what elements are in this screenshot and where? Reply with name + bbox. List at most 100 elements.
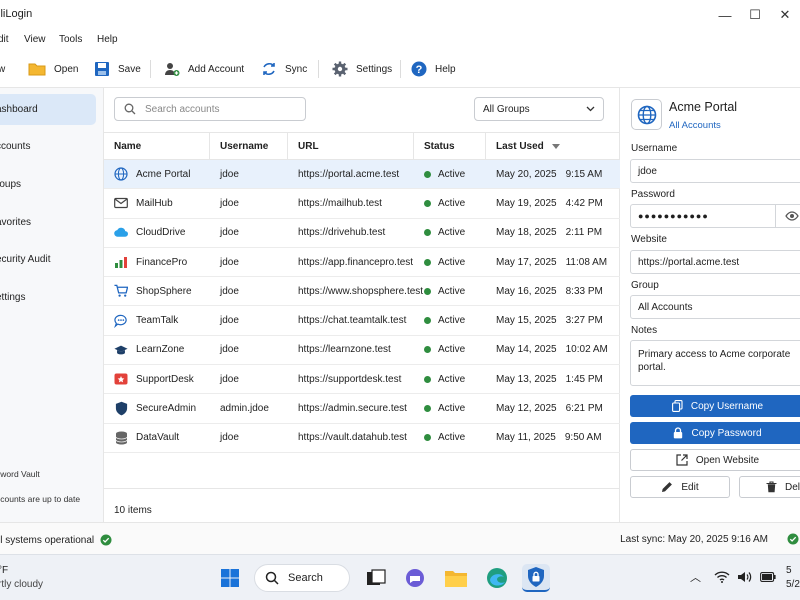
menu-tools[interactable]: Tools: [59, 34, 82, 45]
edge-browser-app[interactable]: [483, 564, 511, 592]
table-row[interactable]: SupportDesk jdoe https://supportdesk.test A…: [104, 365, 620, 395]
add-account-button[interactable]: Add Account: [164, 58, 244, 80]
table-row[interactable]: MailHub jdoe https://mailhub.test Active May…: [104, 189, 620, 219]
chevron-up-icon[interactable]: ︿: [690, 569, 701, 585]
account-name: FinancePro: [136, 256, 188, 268]
status-text: Active: [438, 403, 466, 415]
cell-last-used: May 18, 2025 2:11 PM: [486, 219, 620, 247]
help-button[interactable]: ? Help: [411, 58, 456, 80]
sidebar-item-groups[interactable]: roups: [0, 169, 96, 200]
status-bar: ll systems operational Last sync: May 20…: [0, 522, 800, 554]
table-row[interactable]: CloudDrive jdoe https://drivehub.test Activ…: [104, 219, 620, 248]
minimize-icon[interactable]: —: [710, 0, 740, 30]
password-field[interactable]: ●●●●●●●●●●●: [630, 204, 800, 228]
add-account-label: Add Account: [188, 63, 245, 75]
password-label: Password: [631, 189, 675, 200]
file-explorer-app[interactable]: [442, 564, 470, 592]
status-text: Active: [438, 227, 466, 239]
notes-field[interactable]: Primary access to Acme corporate portal.: [630, 340, 800, 386]
account-name: Acme Portal: [136, 168, 191, 180]
group-field[interactable]: All Accounts: [630, 295, 800, 319]
start-button[interactable]: [216, 564, 244, 592]
sidebar-item-settings[interactable]: ettings: [0, 282, 96, 313]
menu-help[interactable]: Help: [97, 34, 118, 45]
volume-icon[interactable]: [737, 571, 753, 583]
open-website-button[interactable]: Open Website: [630, 449, 800, 471]
cell-last-used: May 14, 2025 10:02 AM: [486, 336, 620, 364]
cell-status: Active: [414, 160, 486, 188]
table-row[interactable]: LearnZone jdoe https://learnzone.test Activ…: [104, 336, 620, 366]
table-row[interactable]: SecureAdmin admin.jdoe https://admin.secur…: [104, 394, 620, 424]
password-manager-app[interactable]: [522, 564, 550, 592]
table-row[interactable]: TeamTalk jdoe https://chat.teamtalk.test Ac…: [104, 306, 620, 336]
open-label: Open: [54, 63, 79, 75]
search-input[interactable]: Search accounts: [114, 97, 306, 121]
delete-button[interactable]: Del: [739, 476, 800, 498]
sidebar-item-dashboard[interactable]: ashboard: [0, 94, 96, 125]
task-view-button[interactable]: [362, 564, 390, 592]
new-button[interactable]: w: [0, 58, 5, 80]
menu-edit[interactable]: dit: [0, 34, 9, 45]
sidebar-item-label: ccounts: [0, 141, 31, 152]
clock-time: 5: [786, 565, 792, 576]
copy-password-button[interactable]: Copy Password: [630, 422, 800, 444]
column-header-last-used-label: Last Used: [496, 140, 544, 152]
sidebar-item-label: ecurity Audit: [0, 254, 51, 265]
cell-status: Active: [414, 248, 486, 276]
cell-last-used: May 11, 2025 9:50 AM: [486, 424, 620, 452]
teams-app[interactable]: [401, 564, 429, 592]
cell-username: jdoe: [220, 168, 239, 180]
taskbar-search-label: Search: [288, 572, 323, 584]
wifi-icon[interactable]: [714, 571, 730, 583]
clock[interactable]: 5 5/2: [786, 564, 800, 592]
column-header-username[interactable]: Username: [210, 132, 288, 160]
last-used-date: May 18, 2025: [496, 227, 557, 239]
column-header-status[interactable]: Status: [414, 132, 486, 160]
column-header-last-used[interactable]: Last Used: [486, 132, 620, 160]
username-field[interactable]: jdoe: [630, 159, 800, 183]
sidebar-item-accounts[interactable]: ccounts: [0, 131, 96, 162]
sync-button[interactable]: Sync: [261, 58, 307, 80]
toolbar: w Open Save Add Account Sync Settings ? …: [0, 50, 800, 88]
close-icon[interactable]: ✕: [770, 0, 800, 30]
sidebar-item-security-audit[interactable]: ecurity Audit: [0, 244, 96, 275]
website-field[interactable]: https://portal.acme.test: [630, 250, 800, 274]
column-header-name[interactable]: Name: [104, 132, 210, 160]
folder-icon: [445, 571, 467, 587]
table-row[interactable]: FinancePro jdoe https://app.financepro.tes…: [104, 248, 620, 278]
column-header-url[interactable]: URL: [288, 132, 414, 160]
cell-url: https://learnzone.test: [298, 344, 391, 356]
taskbar-search[interactable]: Search: [254, 564, 350, 592]
open-button[interactable]: Open: [28, 58, 78, 80]
cell-url: https://chat.teamtalk.test: [298, 315, 407, 327]
details-group-link[interactable]: All Accounts: [669, 120, 721, 131]
last-used-time: 10:02 AM: [565, 344, 608, 356]
table-row[interactable]: ShopSphere jdoe https://www.shopsphere.tes…: [104, 277, 620, 307]
settings-label: Settings: [356, 63, 393, 75]
cell-last-used: May 17, 2025 11:08 AM: [486, 248, 620, 276]
last-used-date: May 17, 2025: [496, 256, 557, 268]
eye-icon[interactable]: [785, 211, 799, 221]
edit-button[interactable]: Edit: [630, 476, 730, 498]
sync-icon: [263, 62, 275, 76]
cell-username: jdoe: [220, 344, 239, 356]
copy-username-button[interactable]: Copy Username: [630, 395, 800, 417]
battery-icon[interactable]: [760, 572, 776, 582]
cell-url: https://mailhub.test: [298, 197, 382, 209]
table-row[interactable]: DataVault jdoe https://vault.datahub.test A…: [104, 424, 620, 453]
sidebar-item-favorites[interactable]: avorites: [0, 207, 96, 238]
sidebar: ashboard ccounts roups avorites ecurity …: [0, 88, 104, 522]
save-button[interactable]: Save: [94, 58, 141, 80]
last-used-time: 8:33 PM: [565, 285, 603, 297]
group-filter-select[interactable]: All Groups: [474, 97, 604, 121]
table-row[interactable]: Acme Portal jdoe https://portal.acme.test A…: [104, 160, 620, 190]
maximize-icon[interactable]: ☐: [740, 0, 770, 30]
weather-widget[interactable]: °F rtly cloudy: [0, 564, 43, 592]
clock-date: 5/2: [786, 579, 800, 590]
cell-username: admin.jdoe: [220, 403, 269, 415]
settings-button[interactable]: Settings: [332, 58, 392, 80]
cell-name: CloudDrive: [104, 219, 210, 247]
group-value: All Accounts: [638, 301, 693, 313]
status-dot-icon: [424, 258, 431, 266]
menu-view[interactable]: View: [24, 34, 46, 45]
